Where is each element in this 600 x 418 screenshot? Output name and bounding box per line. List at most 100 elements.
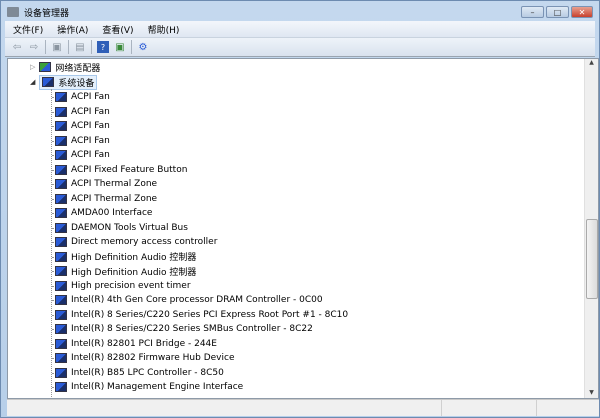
forward-icon[interactable]: ⇨ [28, 41, 40, 53]
device-item[interactable]: Intel(R) Management Engine Interface [55, 380, 243, 394]
menu-file[interactable]: 文件(F) [13, 23, 43, 36]
tree-category-system-devices[interactable]: ◢ 系统设备 [30, 74, 98, 90]
device-label: High Definition Audio 控制器 [71, 253, 197, 263]
device-item[interactable]: ACPI Fan [55, 134, 110, 148]
device-label: ACPI Fixed Feature Button [71, 164, 188, 175]
system-device-icon [55, 280, 67, 291]
minimize-button[interactable]: – [521, 6, 544, 18]
system-device-icon [55, 164, 67, 175]
device-item[interactable]: High precision event timer [55, 279, 191, 293]
system-device-icon [42, 77, 55, 87]
device-label: ACPI Thermal Zone [71, 179, 158, 189]
system-device-icon [55, 353, 67, 363]
menu-help[interactable]: 帮助(H) [148, 23, 180, 36]
selected-category: 系统设备 [39, 74, 98, 90]
scrollbar-thumb[interactable] [586, 219, 598, 299]
tree-line [51, 89, 52, 398]
device-item[interactable]: Intel(R) 8 Series/C220 Series SMBus Cont… [55, 322, 313, 336]
device-label: AMDA00 Interface [71, 208, 153, 218]
system-device-icon [55, 295, 67, 305]
device-item[interactable]: Intel(R) 82802 Firmware Hub Device [55, 351, 235, 365]
system-device-icon [55, 135, 67, 146]
system-device-icon [55, 266, 67, 276]
system-device-icon [55, 193, 67, 204]
device-label: ACPI Fan [71, 150, 110, 160]
device-label: ACPI Thermal Zone [71, 193, 158, 204]
device-item[interactable]: Direct memory access controller [55, 235, 217, 249]
toolbar: ⇦ ⇨ ▣ ▤ ? ▣ ⚙ [5, 38, 595, 57]
system-device-icon [55, 179, 67, 189]
window-title: 设备管理器 [24, 8, 70, 19]
device-label: Intel(R) Management Engine Interface [71, 382, 244, 392]
separator [131, 40, 132, 54]
system-device-icon [55, 324, 67, 334]
refresh-icon[interactable]: ▤ [74, 41, 86, 53]
device-item[interactable]: ACPI Thermal Zone [55, 192, 157, 206]
device-label: ACPI Fan [71, 121, 110, 131]
device-item[interactable]: Intel(R) 4th Gen Core processor DRAM Con… [55, 293, 323, 307]
separator [68, 40, 69, 54]
device-item[interactable]: High Definition Audio 控制器 [55, 264, 196, 278]
device-label: Intel(R) 82801 PCI Bridge - 244E [71, 338, 217, 349]
vertical-scrollbar[interactable]: ▲ ▼ [584, 59, 598, 398]
scan-icon[interactable]: ▣ [114, 41, 126, 53]
device-item[interactable]: ACPI Fan [55, 90, 110, 104]
system-device-icon [55, 367, 67, 378]
device-item[interactable]: ACPI Fixed Feature Button [55, 163, 187, 177]
back-icon[interactable]: ⇦ [11, 41, 23, 53]
device-label: High Definition Audio 控制器 [71, 267, 197, 278]
system-device-icon [55, 222, 67, 233]
scroll-up-icon[interactable]: ▲ [585, 59, 598, 66]
device-label: Intel(R) B85 LPC Controller - 8C50 [71, 367, 224, 378]
device-label: Intel(R) 4th Gen Core processor DRAM Con… [71, 295, 323, 305]
menu-bar: 文件(F) 操作(A) 查看(V) 帮助(H) [5, 21, 595, 38]
system-device-icon [55, 150, 67, 160]
device-item[interactable]: DAEMON Tools Virtual Bus [55, 221, 188, 235]
device-label: Intel(R) 8 Series/C220 Series SMBus Cont… [71, 324, 313, 334]
system-device-icon [55, 382, 67, 392]
collapse-icon[interactable]: ◢ [30, 78, 35, 86]
menu-view[interactable]: 查看(V) [102, 23, 133, 36]
system-device-icon [55, 251, 67, 262]
device-label: Direct memory access controller [71, 237, 218, 247]
system-device-icon [55, 92, 67, 102]
device-manager-window: 设备管理器 – □ ✕ 文件(F) 操作(A) 查看(V) 帮助(H) ⇦ ⇨ … [0, 0, 600, 418]
menu-action[interactable]: 操作(A) [57, 23, 88, 36]
properties-icon[interactable]: ▣ [51, 41, 63, 53]
device-item[interactable]: Intel(R) B85 LPC Controller - 8C50 [55, 366, 224, 380]
scroll-down-icon[interactable]: ▼ [585, 389, 598, 396]
device-item[interactable]: High Definition Audio 控制器 [55, 250, 196, 264]
device-item[interactable]: AMDA00 Interface [55, 206, 152, 220]
maximize-button[interactable]: □ [546, 6, 569, 18]
device-item[interactable]: Intel(R) 82801 PCI Bridge - 244E [55, 337, 217, 351]
separator [45, 40, 46, 54]
status-bar [7, 399, 599, 416]
device-item[interactable]: ACPI Fan [55, 148, 110, 162]
tree-category-network-adapters[interactable]: ▷ 网络适配器 [30, 60, 100, 74]
help-icon[interactable]: ? [97, 41, 109, 53]
device-label: Intel(R) 8 Series/C220 Series PCI Expres… [71, 309, 349, 320]
separator [91, 40, 92, 54]
device-item[interactable]: ACPI Thermal Zone [55, 177, 157, 191]
device-item[interactable]: Intel(R) 8 Series/C220 Series PCI Expres… [55, 308, 348, 322]
expand-icon[interactable]: ▷ [30, 63, 35, 71]
update-driver-icon[interactable]: ⚙ [137, 41, 149, 53]
device-label: Intel(R) 82802 Firmware Hub Device [71, 353, 235, 363]
device-tree: ▲ ▼ ▷ 网络适配器 ◢ 系统设备 ACPI Fan ACPI Fan ACPI Fan A… [7, 58, 599, 399]
system-device-icon [55, 121, 67, 131]
network-adapter-icon [39, 62, 52, 72]
system-device-icon [55, 208, 67, 218]
device-label: ACPI Fan [71, 106, 110, 117]
title-bar: 设备管理器 [7, 5, 69, 19]
category-label: 系统设备 [58, 78, 95, 89]
close-button[interactable]: ✕ [571, 6, 593, 18]
status-pane [7, 400, 442, 416]
device-label: ACPI Fan [71, 92, 110, 102]
system-device-icon [55, 106, 67, 117]
device-item[interactable]: ACPI Fan [55, 105, 110, 119]
device-item[interactable]: ACPI Fan [55, 119, 110, 133]
device-label: High precision event timer [71, 280, 191, 291]
device-label: ACPI Fan [71, 135, 110, 146]
system-device-icon [55, 237, 67, 247]
system-device-icon [55, 309, 67, 320]
